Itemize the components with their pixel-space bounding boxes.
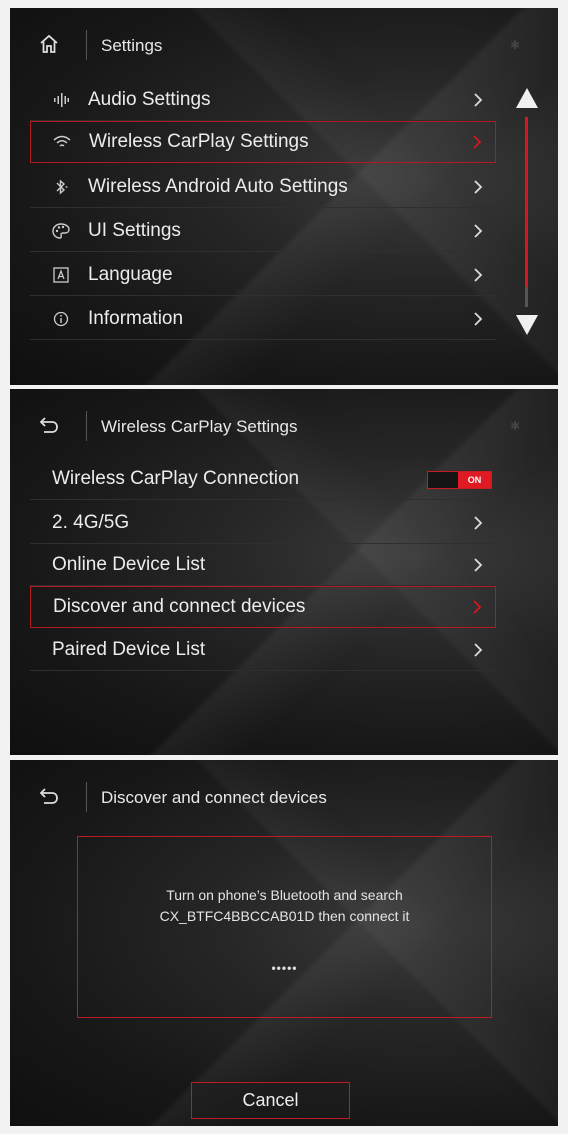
chevron-right-icon xyxy=(474,516,483,530)
menu-item-label: Audio Settings xyxy=(88,89,211,110)
instruction-line: Turn on phone’s Bluetooth and search xyxy=(166,887,403,903)
menu-item-online-device-list[interactable]: Online Device List xyxy=(30,544,496,586)
page-title: Discover and connect devices xyxy=(101,788,327,807)
menu-item-label: Wireless CarPlay Settings xyxy=(89,131,309,152)
menu-item-discover-and-connect[interactable]: Discover and connect devices xyxy=(30,586,496,628)
discover-devices-screen: Discover and connect devices Turn on pho… xyxy=(10,760,558,1126)
menu-item-wireless-android-auto-settings[interactable]: Wireless Android Auto Settings xyxy=(30,166,496,208)
palette-icon xyxy=(52,222,70,240)
triangle-down-icon[interactable] xyxy=(515,314,539,336)
menu-item-language[interactable]: Language xyxy=(30,254,496,296)
menu-item-wireless-carplay-settings[interactable]: Wireless CarPlay Settings xyxy=(30,121,496,163)
page-title: Settings xyxy=(101,36,163,55)
triangle-up-icon[interactable] xyxy=(515,87,539,109)
menu-item-label: Language xyxy=(88,264,173,285)
pairing-dialog: Turn on phone’s Bluetooth and search CX_… xyxy=(77,836,492,1018)
settings-header: Settings ✱ xyxy=(10,8,558,80)
menu-item-information[interactable]: Information xyxy=(30,298,496,340)
menu-item-label: Wireless Android Auto Settings xyxy=(88,176,348,197)
connection-label: Wireless CarPlay Connection xyxy=(52,468,300,489)
settings-screen: Settings ✱ Audio Settings Wireless CarPl… xyxy=(10,8,558,385)
pairing-instructions: Turn on phone’s Bluetooth and search CX_… xyxy=(78,885,491,927)
bluetooth-icon xyxy=(52,178,70,196)
header-divider xyxy=(86,411,87,441)
menu-item-label: Information xyxy=(88,308,184,329)
chevron-right-icon xyxy=(473,600,482,614)
device-name-line: CX_BTFC4BBCCAB01D then connect it xyxy=(159,908,410,924)
language-icon xyxy=(52,266,70,284)
menu-item-paired-device-list[interactable]: Paired Device List xyxy=(30,629,496,671)
chevron-right-icon xyxy=(473,135,482,149)
menu-item-label: Paired Device List xyxy=(52,639,206,660)
bluetooth-status-icon: ✱ xyxy=(509,38,520,52)
menu-item-label: Discover and connect devices xyxy=(53,596,306,617)
divider xyxy=(30,207,496,208)
chevron-right-icon xyxy=(474,312,483,326)
cancel-button[interactable]: Cancel xyxy=(191,1082,350,1119)
chevron-right-icon xyxy=(474,558,483,572)
carplay-connection-toggle[interactable]: ON xyxy=(427,471,492,489)
menu-item-label: Online Device List xyxy=(52,554,206,575)
back-icon[interactable] xyxy=(38,785,60,807)
toggle-state: ON xyxy=(458,472,491,488)
header-divider xyxy=(86,30,87,60)
info-icon xyxy=(52,310,70,328)
menu-item-ui-settings[interactable]: UI Settings xyxy=(30,210,496,252)
chevron-right-icon xyxy=(474,93,483,107)
scrollbar-thumb[interactable] xyxy=(525,117,528,287)
wireless-carplay-settings-screen: Wireless CarPlay Settings ✱ Wireless Car… xyxy=(10,389,558,755)
page-title: Wireless CarPlay Settings xyxy=(101,417,298,436)
menu-item-label: UI Settings xyxy=(88,220,181,241)
chevron-right-icon xyxy=(474,268,483,282)
home-icon[interactable] xyxy=(38,33,60,55)
progress-indicator: ••••• xyxy=(271,961,298,975)
chevron-right-icon xyxy=(474,180,483,194)
carplay-header: Wireless CarPlay Settings ✱ xyxy=(10,389,558,461)
divider xyxy=(30,499,496,500)
back-icon[interactable] xyxy=(38,414,60,436)
divider xyxy=(30,670,496,671)
divider xyxy=(30,251,496,252)
menu-item-label: 2. 4G/5G xyxy=(52,512,130,533)
discover-header: Discover and connect devices xyxy=(10,760,558,832)
chevron-right-icon xyxy=(474,643,483,657)
menu-item-band[interactable]: 2. 4G/5G xyxy=(30,502,496,544)
header-divider xyxy=(86,782,87,812)
divider xyxy=(30,339,496,340)
divider xyxy=(30,295,496,296)
chevron-right-icon xyxy=(474,224,483,238)
bluetooth-status-icon: ✱ xyxy=(509,419,520,433)
menu-item-audio-settings[interactable]: Audio Settings xyxy=(30,79,496,121)
equalizer-icon xyxy=(52,91,70,109)
wifi-icon xyxy=(53,133,71,151)
